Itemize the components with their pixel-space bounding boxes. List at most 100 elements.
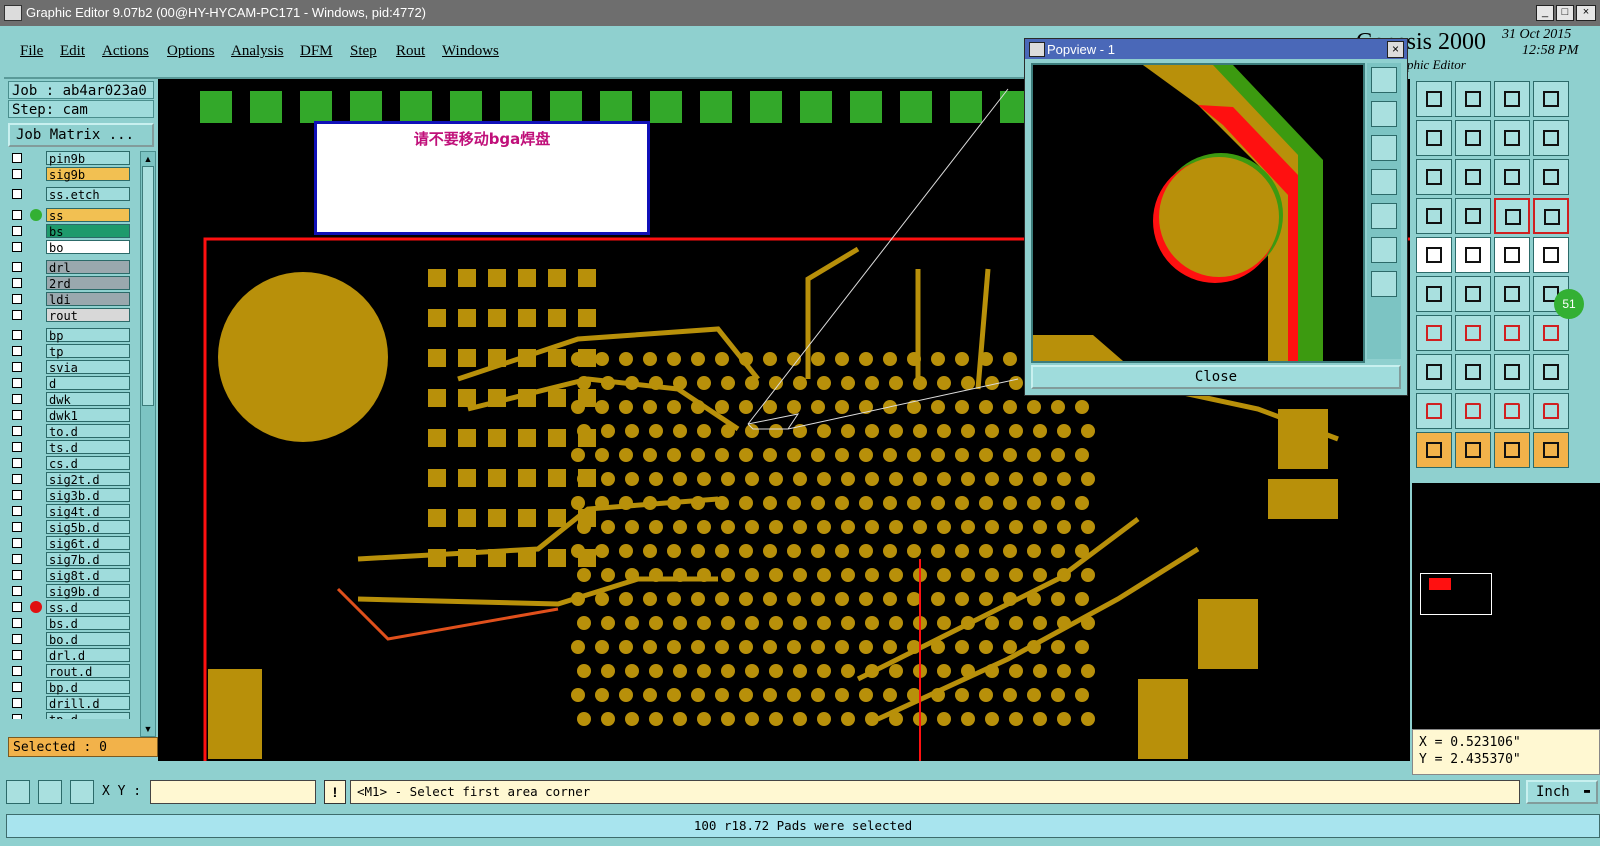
node-icon[interactable]: [1416, 276, 1452, 312]
zoom-badge[interactable]: 51: [1554, 289, 1584, 319]
bga-pad[interactable]: [1009, 616, 1023, 630]
bga-pad[interactable]: [955, 400, 969, 414]
layer-checkbox[interactable]: [12, 634, 22, 644]
bga-pad[interactable]: [793, 568, 807, 582]
bga-pad[interactable]: [937, 664, 951, 678]
bga-pad[interactable]: [979, 448, 993, 462]
bga-pad[interactable]: [865, 424, 879, 438]
bga-pad[interactable]: [697, 712, 711, 726]
bga-pad[interactable]: [739, 400, 753, 414]
popview-close-button[interactable]: Close: [1031, 365, 1401, 389]
menu-rout[interactable]: Rout: [396, 43, 425, 60]
circle-tool-icon[interactable]: [1533, 237, 1569, 273]
layer-scrollbar[interactable]: ▲ ▼: [140, 151, 156, 737]
brush-icon[interactable]: [1416, 198, 1452, 234]
top-pad[interactable]: [850, 91, 882, 123]
bga-pad[interactable]: [1009, 712, 1023, 726]
scale-icon[interactable]: [1494, 159, 1530, 195]
layer-checkbox[interactable]: [12, 310, 22, 320]
bga-pad[interactable]: [1057, 712, 1071, 726]
bga-pad[interactable]: [595, 352, 609, 366]
layer-row[interactable]: sig4t.d: [8, 504, 132, 519]
smd-pad[interactable]: [428, 549, 446, 567]
layer-row[interactable]: bs.d: [8, 616, 132, 631]
layer-checkbox[interactable]: [12, 210, 22, 220]
layer-checkbox[interactable]: [12, 278, 22, 288]
bga-pad[interactable]: [811, 640, 825, 654]
layer-name[interactable]: sig2t.d: [46, 472, 130, 487]
bga-pad[interactable]: [601, 568, 615, 582]
snap-icon[interactable]: [6, 780, 30, 804]
xy-input[interactable]: [150, 780, 316, 804]
layer-name[interactable]: ss: [46, 208, 130, 223]
bga-pad[interactable]: [865, 376, 879, 390]
align-icon[interactable]: [1533, 315, 1569, 351]
bga-pad[interactable]: [889, 472, 903, 486]
bga-pad[interactable]: [889, 376, 903, 390]
bga-pad[interactable]: [787, 496, 801, 510]
pan-right-icon[interactable]: [1371, 203, 1397, 229]
bga-pad[interactable]: [811, 496, 825, 510]
bga-pad[interactable]: [691, 448, 705, 462]
bga-pad[interactable]: [979, 640, 993, 654]
layer-name[interactable]: sig9b.d: [46, 584, 130, 599]
bga-pad[interactable]: [667, 544, 681, 558]
smd-pad[interactable]: [548, 429, 566, 447]
frame-icon[interactable]: [1533, 81, 1569, 117]
line-red-icon[interactable]: [1455, 354, 1491, 390]
bga-pad[interactable]: [595, 400, 609, 414]
smd-pad[interactable]: [518, 469, 536, 487]
layer-name[interactable]: tp.d: [46, 712, 130, 719]
bga-pad[interactable]: [961, 712, 975, 726]
bga-pad[interactable]: [715, 400, 729, 414]
bga-pad[interactable]: [835, 688, 849, 702]
smd-pad[interactable]: [578, 389, 596, 407]
close-window-button[interactable]: ×: [1576, 5, 1596, 21]
bga-pad[interactable]: [763, 592, 777, 606]
bga-pad[interactable]: [979, 592, 993, 606]
blue-node-icon[interactable]: [1533, 354, 1569, 390]
bga-pad[interactable]: [739, 592, 753, 606]
bga-pad[interactable]: [931, 448, 945, 462]
smd-pad[interactable]: [548, 309, 566, 327]
bga-pad[interactable]: [931, 400, 945, 414]
bga-pad[interactable]: [793, 376, 807, 390]
smd-pad[interactable]: [578, 349, 596, 367]
bga-pad[interactable]: [673, 616, 687, 630]
pointer-select-icon[interactable]: [1494, 432, 1530, 468]
bga-pad[interactable]: [883, 640, 897, 654]
bga-pad[interactable]: [571, 448, 585, 462]
bga-pad[interactable]: [763, 640, 777, 654]
help-icon[interactable]: [1533, 159, 1569, 195]
traffic-icon[interactable]: [1494, 198, 1530, 234]
bga-pad[interactable]: [883, 592, 897, 606]
bga-pad[interactable]: [643, 592, 657, 606]
layer-row[interactable]: sig9b.d: [8, 584, 132, 599]
smd-pad[interactable]: [548, 549, 566, 567]
layer-name[interactable]: ss.etch: [46, 187, 130, 202]
bga-pad[interactable]: [691, 352, 705, 366]
bga-pad[interactable]: [1003, 400, 1017, 414]
top-pad[interactable]: [700, 91, 732, 123]
bga-pad[interactable]: [1051, 400, 1065, 414]
bga-pad[interactable]: [811, 352, 825, 366]
bga-pad[interactable]: [979, 496, 993, 510]
bga-pad[interactable]: [739, 544, 753, 558]
layer-row[interactable]: bo: [8, 240, 132, 255]
bga-pad[interactable]: [859, 544, 873, 558]
bga-pad[interactable]: [961, 376, 975, 390]
net-icon[interactable]: [1533, 198, 1569, 234]
bga-pad[interactable]: [793, 712, 807, 726]
bga-pad[interactable]: [859, 352, 873, 366]
bga-pad[interactable]: [1009, 472, 1023, 486]
smd-pad[interactable]: [518, 509, 536, 527]
bga-pad[interactable]: [907, 496, 921, 510]
bga-pad[interactable]: [1051, 544, 1065, 558]
bga-pad[interactable]: [571, 496, 585, 510]
bga-pad[interactable]: [739, 496, 753, 510]
bga-pad[interactable]: [787, 400, 801, 414]
unit-select[interactable]: Inch ▬: [1526, 780, 1598, 804]
bga-pad[interactable]: [625, 424, 639, 438]
bga-pad[interactable]: [601, 712, 615, 726]
bga-pad[interactable]: [955, 688, 969, 702]
